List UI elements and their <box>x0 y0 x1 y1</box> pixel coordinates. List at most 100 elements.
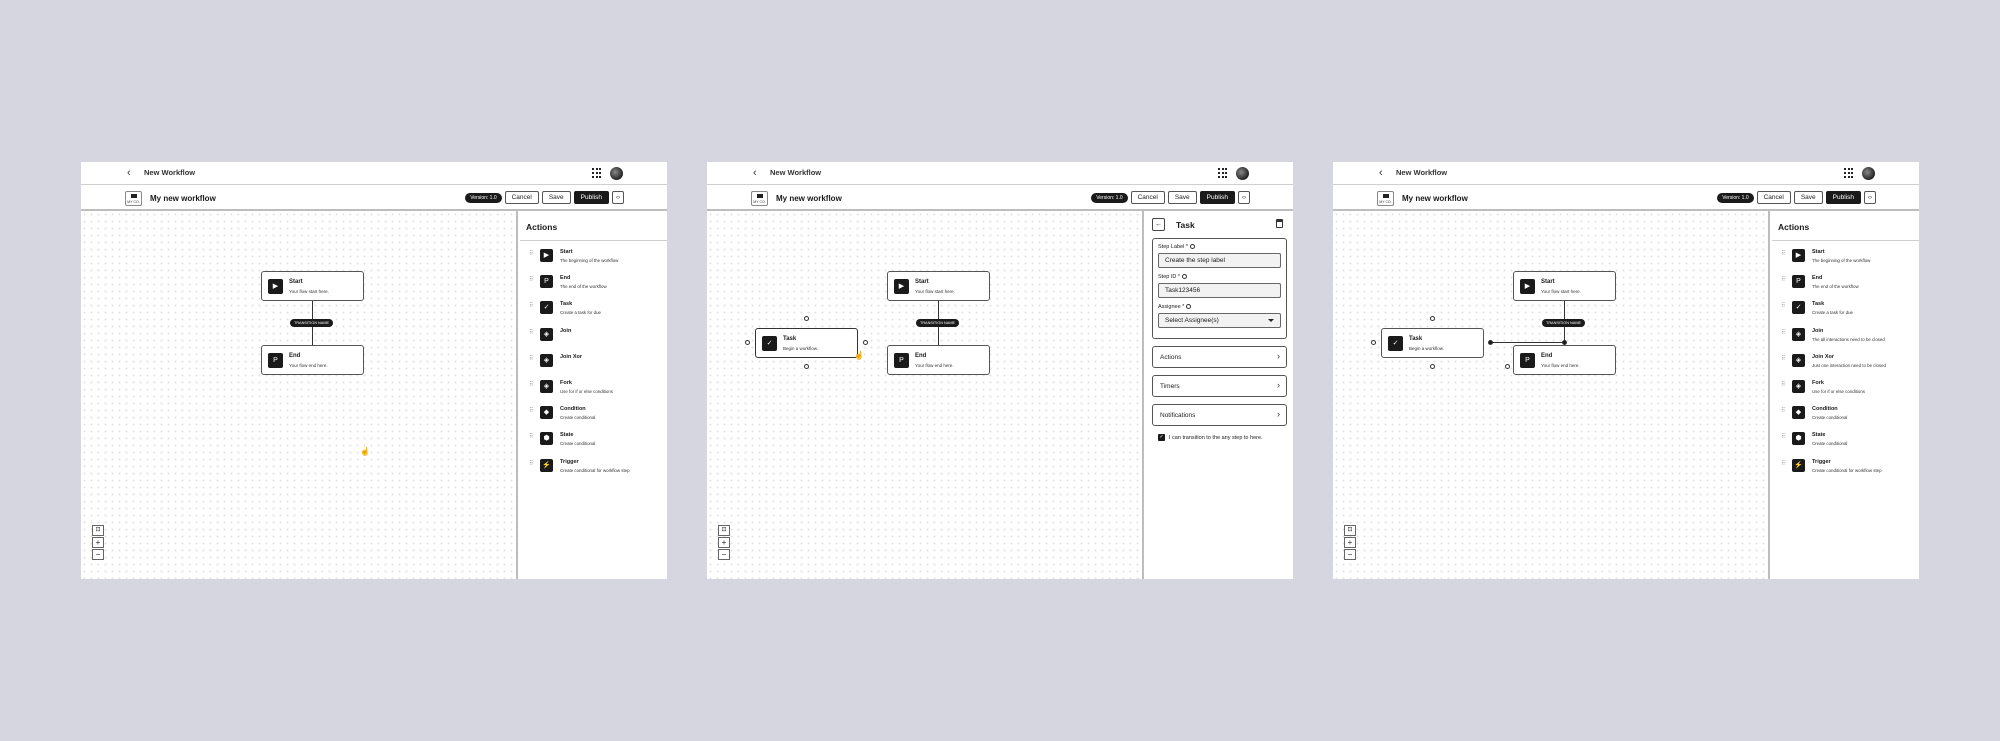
connection-port[interactable] <box>1505 364 1510 369</box>
notifications-accordion[interactable]: Notifications › <box>1152 404 1287 426</box>
action-item-condition[interactable]: ⠿ ◆ Condition Create conditional <box>1772 398 1919 424</box>
trash-icon[interactable] <box>1276 219 1283 228</box>
fit-view-button[interactable]: ⊡ <box>1344 525 1356 536</box>
chevron-left-icon[interactable]: ‹ <box>1379 167 1383 179</box>
cancel-button[interactable]: Cancel <box>1130 191 1165 204</box>
drag-handle-icon[interactable]: ⠿ <box>529 381 534 388</box>
transition-label[interactable]: TRANSITION NAME <box>1542 319 1586 327</box>
drag-handle-icon[interactable]: ⠿ <box>1781 355 1786 362</box>
transition-label[interactable]: TRANSITION NAME <box>916 319 960 327</box>
end-node[interactable]: P End Your flow end here. <box>1513 345 1616 375</box>
zoom-out-button[interactable]: − <box>92 549 104 560</box>
grid-icon[interactable] <box>1844 168 1854 178</box>
connection-port[interactable] <box>863 340 868 345</box>
actions-accordion[interactable]: Actions › <box>1152 346 1287 368</box>
action-item-end[interactable]: ⠿ P End The end of the workflow <box>1772 267 1919 293</box>
cancel-button[interactable]: Cancel <box>504 191 539 204</box>
drag-handle-icon[interactable]: ⠿ <box>529 329 534 336</box>
drag-handle-icon[interactable]: ⠿ <box>1781 276 1786 283</box>
connection-port[interactable] <box>1430 364 1435 369</box>
zoom-in-button[interactable]: + <box>92 537 104 548</box>
connection-port[interactable] <box>804 316 809 321</box>
end-node[interactable]: P End Your flow end here. <box>261 345 364 375</box>
step-id-input[interactable]: Task123456 <box>1158 283 1281 298</box>
drag-handle-icon[interactable]: ⠿ <box>1781 407 1786 414</box>
start-node[interactable]: ▶ Start Your flow start here. <box>261 271 364 301</box>
connection-port[interactable] <box>1371 340 1376 345</box>
action-item-join-xor[interactable]: ⠿ ◈ Join Xor Just one interaction need to b… <box>1772 346 1919 372</box>
version-badge[interactable]: Version: 1.0 <box>1091 192 1128 203</box>
code-view-button[interactable]: ‹› <box>1238 191 1250 204</box>
start-node[interactable]: ▶ Start Your flow start here. <box>887 271 990 301</box>
drag-handle-icon[interactable]: ⠿ <box>1781 302 1786 309</box>
save-button[interactable]: Save <box>541 191 571 204</box>
end-node[interactable]: P End Your flow end here. <box>887 345 990 375</box>
code-view-button[interactable]: ‹› <box>612 191 624 204</box>
action-item-task[interactable]: ⠿ ✓ Task Create a task for due <box>1772 293 1919 319</box>
action-item-join[interactable]: ⠿ ◈ Join The all interactions need to be cl… <box>1772 320 1919 346</box>
avatar[interactable] <box>610 167 623 180</box>
timers-accordion[interactable]: Timers › <box>1152 375 1287 397</box>
zoom-out-button[interactable]: − <box>1344 549 1356 560</box>
info-icon[interactable] <box>1182 274 1188 280</box>
action-item-fork[interactable]: ⠿ ◈ Fork Use for if or else conditions <box>520 372 667 398</box>
assignee-select[interactable]: Select Assignee(s) <box>1158 313 1281 328</box>
drag-handle-icon[interactable]: ⠿ <box>529 433 534 440</box>
connection-port[interactable] <box>745 340 750 345</box>
transition-label[interactable]: TRANSITION NAME <box>290 319 334 327</box>
action-item-start[interactable]: ⠿ ▶ Start The beginning of the workflow <box>1772 241 1919 267</box>
workflow-canvas[interactable]: ✓ Task Begin a workflow. ☝ ▶ Start Your … <box>707 211 1144 579</box>
action-item-task[interactable]: ⠿ ✓ Task Create a task for due <box>520 293 667 319</box>
start-node[interactable]: ▶ Start Your flow start here. <box>1513 271 1616 301</box>
drag-handle-icon[interactable]: ⠿ <box>529 355 534 362</box>
action-item-state[interactable]: ⠿ ⬢ State Create conditional <box>1772 424 1919 450</box>
grid-icon[interactable] <box>592 168 602 178</box>
action-item-fork[interactable]: ⠿ ◈ Fork Use for if or else conditions <box>1772 372 1919 398</box>
drag-handle-icon[interactable]: ⠿ <box>529 276 534 283</box>
task-node[interactable]: ✓ Task Begin a workflow. <box>1381 328 1484 358</box>
action-item-join[interactable]: ⠿ ◈ Join <box>520 320 667 346</box>
info-icon[interactable] <box>1189 244 1195 250</box>
connection-port[interactable] <box>1430 316 1435 321</box>
chevron-left-icon[interactable]: ‹ <box>127 167 131 179</box>
action-item-trigger[interactable]: ⠿ ⚡ Trigger Create conditional for workflow… <box>520 451 667 477</box>
save-button[interactable]: Save <box>1793 191 1823 204</box>
step-label-input[interactable]: Create the step label <box>1158 253 1281 268</box>
drag-handle-icon[interactable]: ⠿ <box>1781 329 1786 336</box>
workflow-canvas[interactable]: ▶ Start Your flow start here. TRANSITION… <box>81 211 518 579</box>
drag-handle-icon[interactable]: ⠿ <box>529 302 534 309</box>
workflow-canvas[interactable]: ✓ Task Begin a workflow. ▶ Start Your fl… <box>1333 211 1770 579</box>
drag-handle-icon[interactable]: ⠿ <box>1781 433 1786 440</box>
info-icon[interactable] <box>1186 304 1192 310</box>
zoom-in-button[interactable]: + <box>1344 537 1356 548</box>
publish-button[interactable]: Publish <box>1199 191 1235 204</box>
action-item-end[interactable]: ⠿ P End The end of the workflow <box>520 267 667 293</box>
chevron-left-icon[interactable]: ‹ <box>753 167 757 179</box>
zoom-in-button[interactable]: + <box>718 537 730 548</box>
drag-handle-icon[interactable]: ⠿ <box>1781 250 1786 257</box>
action-item-condition[interactable]: ⠿ ◆ Condition Create conditional <box>520 398 667 424</box>
drag-handle-icon[interactable]: ⠿ <box>1781 460 1786 467</box>
grid-icon[interactable] <box>1218 168 1228 178</box>
action-item-start[interactable]: ⠿ ▶ Start The beginning of the workflow <box>520 241 667 267</box>
fit-view-button[interactable]: ⊡ <box>92 525 104 536</box>
drag-handle-icon[interactable]: ⠿ <box>529 460 534 467</box>
zoom-out-button[interactable]: − <box>718 549 730 560</box>
save-button[interactable]: Save <box>1167 191 1197 204</box>
publish-button[interactable]: Publish <box>1825 191 1861 204</box>
drag-handle-icon[interactable]: ⠿ <box>1781 381 1786 388</box>
version-badge[interactable]: Version: 1.0 <box>1717 192 1754 203</box>
fit-view-button[interactable]: ⊡ <box>718 525 730 536</box>
task-node[interactable]: ✓ Task Begin a workflow. <box>755 328 858 358</box>
drag-handle-icon[interactable]: ⠿ <box>529 407 534 414</box>
avatar[interactable] <box>1236 167 1249 180</box>
connection-port[interactable] <box>804 364 809 369</box>
avatar[interactable] <box>1862 167 1875 180</box>
connection-port-active[interactable] <box>1488 340 1493 345</box>
version-badge[interactable]: Version: 1.0 <box>465 192 502 203</box>
drag-handle-icon[interactable]: ⠿ <box>529 250 534 257</box>
code-view-button[interactable]: ‹› <box>1864 191 1876 204</box>
cancel-button[interactable]: Cancel <box>1756 191 1791 204</box>
action-item-join-xor[interactable]: ⠿ ◈ Join Xor <box>520 346 667 372</box>
action-item-state[interactable]: ⠿ ⬢ State Create conditional <box>520 424 667 450</box>
